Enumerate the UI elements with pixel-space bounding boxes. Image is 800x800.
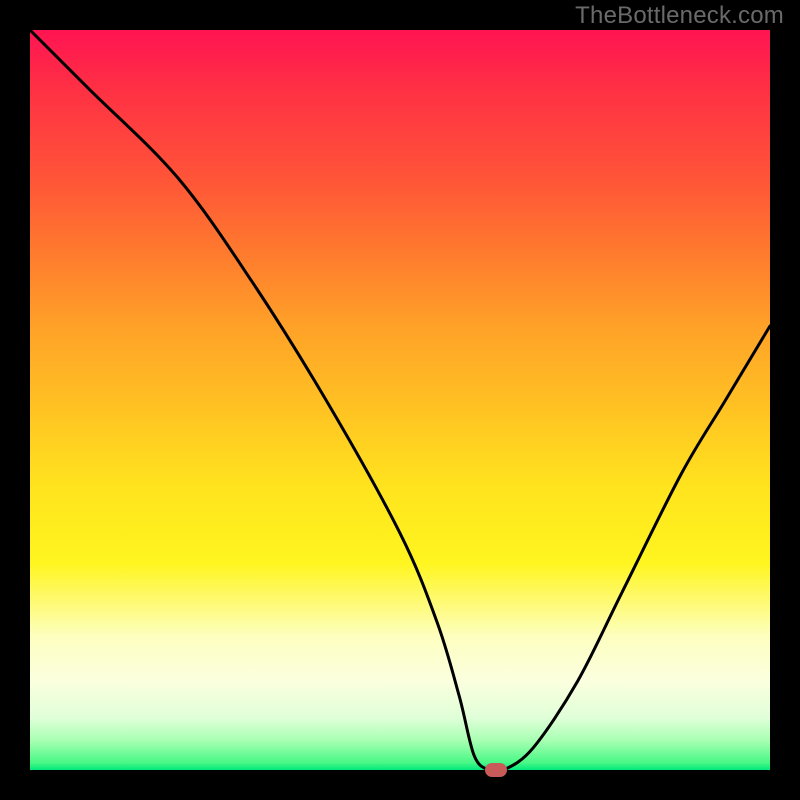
bottleneck-curve [30,30,770,770]
chart-container: TheBottleneck.com [0,0,800,800]
plot-area [30,30,770,770]
minimum-marker [485,763,507,777]
watermark-text: TheBottleneck.com [575,2,784,30]
curve-svg [30,30,770,770]
